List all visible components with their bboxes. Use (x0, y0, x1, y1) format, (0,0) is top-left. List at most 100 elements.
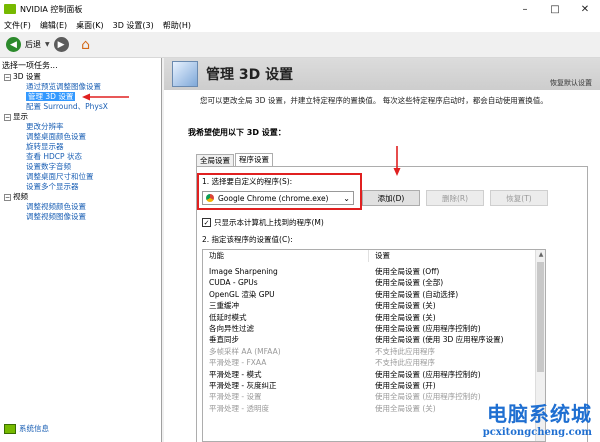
nvidia-logo-icon (4, 4, 16, 14)
table-row[interactable]: Image Sharpening 使用全局设置 (Off) (203, 266, 545, 277)
panel-header: 管理 3D 设置 恢复默认设置 (164, 58, 600, 90)
setting-cell[interactable]: 不支持此应用程序 (369, 357, 435, 368)
setting-cell[interactable]: 使用全局设置 (全部) (369, 277, 443, 288)
toolbar: ◀ 后退 ▼ ▶ ⌂ (0, 32, 600, 58)
menu-desktop[interactable]: 桌面(K) (76, 20, 104, 31)
tree-group-3d[interactable]: −3D 设置 (4, 72, 108, 82)
tab-program[interactable]: 程序设置 (235, 153, 273, 166)
tree-item-video-image[interactable]: 调整视频图像设置 (4, 212, 108, 222)
watermark-cn: 电脑系统城 (487, 402, 592, 426)
tree-group-display[interactable]: − 显示 (4, 112, 108, 122)
tree-item-resolution[interactable]: 更改分辨率 (4, 122, 108, 132)
back-button[interactable]: 后退 (25, 39, 41, 50)
setting-cell[interactable]: 使用全局设置 (开) (369, 380, 436, 391)
highlight-box (197, 173, 362, 210)
feature-cell: 平滑处理 - 模式 (209, 369, 262, 379)
setting-cell[interactable]: 使用全局设置 (关) (369, 300, 436, 311)
tree-item-hdcp[interactable]: 查看 HDCP 状态 (4, 152, 108, 162)
home-icon[interactable]: ⌂ (77, 36, 95, 54)
3d-settings-icon (172, 61, 198, 87)
tree-group-video[interactable]: − 视频 (4, 192, 108, 202)
collapse-icon[interactable]: − (4, 73, 11, 81)
system-info-icon (4, 423, 16, 434)
menu-help[interactable]: 帮助(H) (163, 20, 191, 31)
tree-item-audio[interactable]: 设置数字音频 (4, 162, 108, 172)
feature-cell: OpenGL 渲染 GPU (209, 289, 275, 299)
feature-cell: CUDA - GPUs (209, 278, 258, 288)
setting-cell[interactable]: 使用全局设置 (Off) (369, 266, 439, 277)
tree-item-desktop-size[interactable]: 调整桌面尺寸和位置 (4, 172, 108, 182)
tree-item-multi-display[interactable]: 设置多个显示器 (4, 182, 108, 192)
window-title: NVIDIA 控制面板 (20, 4, 83, 14)
restore-defaults-link[interactable]: 恢复默认设置 (550, 78, 592, 88)
show-found-programs[interactable]: ✓ 只显示本计算机上找到的程序(M) (202, 217, 324, 228)
tree-item-video-color[interactable]: 调整视频颜色设置 (4, 202, 108, 212)
red-arrow-left-icon (82, 93, 129, 101)
tree-item-rotate[interactable]: 旋转显示器 (4, 142, 108, 152)
close-button[interactable]: ✕ (570, 0, 600, 18)
settings-tabs: 全局设置 程序设置 (196, 153, 274, 166)
back-arrow-icon[interactable]: ◀ (6, 37, 21, 52)
tree-item-preview[interactable]: 通过预览调整图像设置 (4, 82, 108, 92)
table-row[interactable]: 平滑处理 - 灰度纠正 使用全局设置 (开) (203, 380, 545, 391)
collapse-icon[interactable]: − (4, 113, 11, 121)
setting-cell[interactable]: 使用全局设置 (关) (369, 312, 436, 323)
tree-item-desktop-color[interactable]: 调整桌面颜色设置 (4, 132, 108, 142)
table-row[interactable]: 平滑处理 - FXAA 不支持此应用程序 (203, 357, 545, 368)
table-row[interactable]: 低延时模式 使用全局设置 (关) (203, 312, 545, 323)
add-button[interactable]: 添加(D) (362, 190, 420, 206)
checkbox[interactable]: ✓ (202, 218, 211, 227)
grid-rows: Image Sharpening 使用全局设置 (Off) CUDA - GPUs 使… (203, 266, 545, 414)
setting-cell[interactable]: 不支持此应用程序 (369, 346, 435, 357)
back-dropdown-icon[interactable]: ▼ (45, 41, 50, 48)
forward-arrow-icon[interactable]: ▶ (53, 37, 69, 52)
table-row[interactable]: 各向异性过滤 使用全局设置 (应用程序控制的) (203, 323, 545, 334)
feature-cell: 三重缓冲 (209, 301, 239, 311)
scroll-up-icon[interactable]: ▲ (536, 250, 545, 260)
setting-cell[interactable]: 使用全局设置 (应用程序控制的) (369, 323, 481, 334)
site-watermark: 电脑系统城 pcxitongcheng.com (483, 398, 592, 438)
feature-cell: Image Sharpening (209, 267, 278, 276)
collapse-icon[interactable]: − (4, 193, 11, 201)
grid-header: 功能 设置 (203, 250, 545, 262)
table-row[interactable]: 多帧采样 AA (MFAA) 不支持此应用程序 (203, 346, 545, 357)
setting-cell[interactable]: 使用全局设置 (应用程序控制的) (369, 369, 481, 380)
feature-cell: 低延时模式 (209, 312, 247, 322)
setting-cell[interactable]: 使用全局设置 (自动选择) (369, 289, 458, 300)
page-description: 您可以更改全局 3D 设置，并建立特定程序的置换值。 每次这些特定程序启动时，都… (200, 96, 548, 105)
table-row[interactable]: 垂直同步 使用全局设置 (使用 3D 应用程序设置) (203, 334, 545, 345)
minimize-button[interactable]: – (510, 0, 540, 18)
feature-cell: 平滑处理 - 设置 (209, 392, 262, 402)
red-arrow-down-icon (393, 146, 401, 176)
window-controls: – □ ✕ (510, 0, 600, 18)
table-row[interactable]: CUDA - GPUs 使用全局设置 (全部) (203, 277, 545, 288)
table-row[interactable]: OpenGL 渲染 GPU 使用全局设置 (自动选择) (203, 289, 545, 300)
feature-cell: 各向异性过滤 (209, 323, 254, 333)
remove-button[interactable]: 删除(R) (426, 190, 484, 206)
task-sidebar: 选择一项任务... −3D 设置 通过预览调整图像设置 管理 3D 设置 配置 … (0, 58, 162, 442)
title-bar: NVIDIA 控制面板 – □ ✕ (0, 0, 600, 18)
maximize-button[interactable]: □ (540, 0, 570, 18)
setting-cell[interactable]: 使用全局设置 (使用 3D 应用程序设置) (369, 334, 504, 345)
restore-button[interactable]: 恢复(T) (490, 190, 548, 206)
feature-cell: 多帧采样 AA (MFAA) (209, 346, 281, 356)
system-info-link[interactable]: 系统信息 (4, 423, 49, 434)
scroll-thumb[interactable] (537, 262, 544, 372)
setting-cell[interactable]: 使用全局设置 (关) (369, 403, 436, 414)
task-label: 选择一项任务... (2, 61, 58, 70)
tab-global[interactable]: 全局设置 (196, 154, 234, 166)
section-title: 我希望使用以下 3D 设置： (188, 128, 286, 137)
watermark-en: pcxitongcheng.com (482, 427, 592, 438)
table-row[interactable]: 三重缓冲 使用全局设置 (关) (203, 300, 545, 311)
menu-3d-settings[interactable]: 3D 设置(3) (113, 20, 154, 31)
column-header-feature: 功能 (203, 250, 369, 262)
table-row[interactable]: 平滑处理 - 模式 使用全局设置 (应用程序控制的) (203, 369, 545, 380)
setting-cell[interactable]: 使用全局设置 (应用程序控制的) (369, 391, 481, 402)
feature-cell: 垂直同步 (209, 335, 239, 345)
menu-bar: 文件(F) 编辑(E) 桌面(K) 3D 设置(3) 帮助(H) (0, 18, 600, 32)
feature-cell: 平滑处理 - 透明度 (209, 403, 269, 413)
feature-cell: 平滑处理 - FXAA (209, 358, 267, 368)
menu-file[interactable]: 文件(F) (4, 20, 31, 31)
menu-edit[interactable]: 编辑(E) (40, 20, 67, 31)
tree-item-surround[interactable]: 配置 Surround、PhysX (4, 102, 108, 112)
